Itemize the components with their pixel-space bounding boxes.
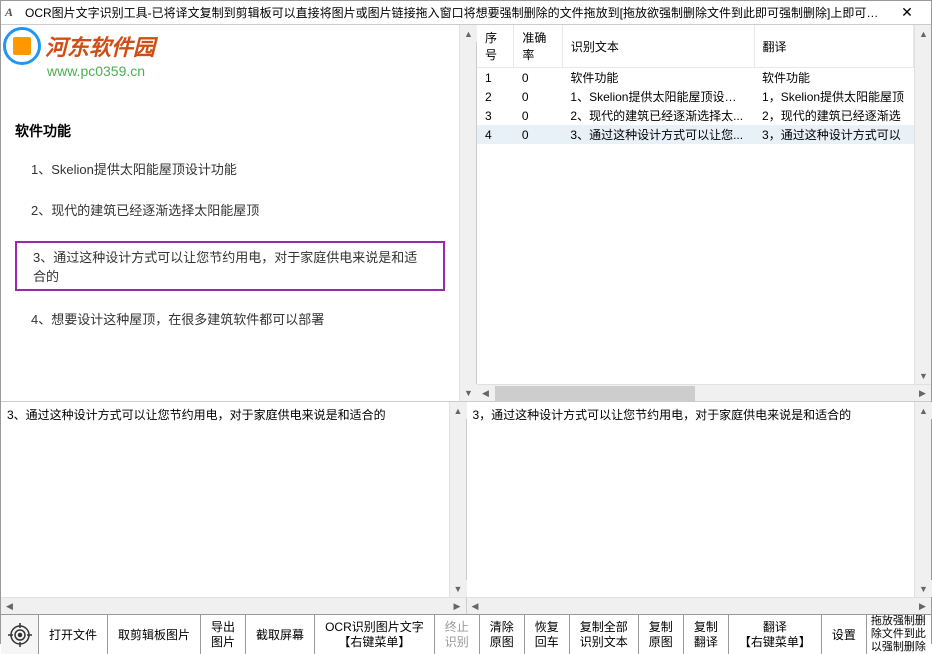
table-cell: 4 — [477, 125, 514, 144]
table-row[interactable]: 403、通过这种设计方式可以让您...3，通过这种设计方式可以 — [477, 125, 914, 144]
content-item[interactable]: 4、想要设计这种屋顶，在很多建筑软件都可以部署 — [15, 309, 445, 328]
watermark: 河东软件园 www.pc0359.cn — [3, 27, 155, 79]
clear-image-button[interactable]: 清除原图 — [480, 615, 525, 654]
table-cell: 1，Skelion提供太阳能屋顶 — [754, 87, 913, 106]
toolbar: 打开文件 取剪辑板图片 导出图片 截取屏幕 OCR识别图片文字【右键菜单】 终止… — [1, 614, 931, 654]
scroll-up-icon[interactable]: ▲ — [915, 402, 932, 419]
copy-all-text-button[interactable]: 复制全部识别文本 — [570, 615, 639, 654]
content-heading: 软件功能 — [15, 121, 445, 141]
bottom-right-pane: 3，通过这种设计方式可以让您节约用电，对于家庭供电来说是和适合的 ▲ ▼ — [467, 402, 932, 597]
capture-screen-button[interactable]: 截取屏幕 — [246, 615, 315, 654]
translate-button[interactable]: 翻译【右键菜单】 — [729, 615, 822, 654]
scroll-down-icon[interactable]: ▼ — [915, 580, 932, 597]
table-cell: 0 — [514, 125, 563, 144]
table-cell: 3，通过这种设计方式可以 — [754, 125, 913, 144]
bottom-left-pane: 3、通过这种设计方式可以让您节约用电，对于家庭供电来说是和适合的 ▲ ▼ — [1, 402, 467, 597]
scroll-down-icon[interactable]: ▼ — [460, 384, 477, 401]
scroll-left-icon[interactable]: ◀ — [1, 598, 18, 615]
table-cell: 2 — [477, 87, 514, 106]
watermark-icon — [3, 27, 41, 65]
results-table[interactable]: 序号 准确率 识别文本 翻译 10软件功能软件功能201、Skelion提供太阳… — [477, 25, 914, 144]
app-icon: A — [5, 5, 21, 21]
table-row[interactable]: 10软件功能软件功能 — [477, 68, 914, 88]
export-image-button[interactable]: 导出图片 — [201, 615, 246, 654]
close-button[interactable]: ✕ — [887, 2, 927, 24]
bottom-left-h-scroll[interactable]: ◀ ▶ — [1, 598, 467, 614]
table-cell: 1、Skelion提供太阳能屋顶设计... — [562, 87, 754, 106]
copy-translation-button[interactable]: 复制翻译 — [684, 615, 729, 654]
watermark-url: www.pc0359.cn — [47, 63, 155, 79]
content-item[interactable]: 1、Skelion提供太阳能屋顶设计功能 — [15, 159, 445, 178]
clipboard-image-button[interactable]: 取剪辑板图片 — [108, 615, 201, 654]
scroll-left-icon[interactable]: ◀ — [477, 385, 494, 402]
content-item[interactable]: 3、通过这种设计方式可以让您节约用电，对于家庭供电来说是和适合的 — [15, 241, 445, 291]
col-header-translation[interactable]: 翻译 — [754, 25, 913, 68]
table-cell: 2、现代的建筑已经逐渐选择太... — [562, 106, 754, 125]
bottom-right-scrollbar[interactable]: ▲ ▼ — [914, 402, 931, 597]
right-scrollbar-h[interactable]: ◀ ▶ — [477, 384, 931, 401]
scroll-right-icon[interactable]: ▶ — [914, 598, 931, 615]
translated-text-area[interactable]: 3，通过这种设计方式可以让您节约用电，对于家庭供电来说是和适合的 — [467, 402, 915, 597]
watermark-text: 河东软件园 — [45, 30, 155, 62]
stop-button[interactable]: 终止识别 — [435, 615, 480, 654]
table-cell: 3、通过这种设计方式可以让您... — [562, 125, 754, 144]
scroll-right-icon[interactable]: ▶ — [449, 598, 466, 615]
table-cell: 2，现代的建筑已经逐渐选 — [754, 106, 913, 125]
col-header-accuracy[interactable]: 准确率 — [514, 25, 563, 68]
recognized-text-area[interactable]: 3、通过这种设计方式可以让您节约用电，对于家庭供电来说是和适合的 — [1, 402, 449, 597]
col-header-text[interactable]: 识别文本 — [562, 25, 754, 68]
content-item[interactable]: 2、现代的建筑已经逐渐选择太阳能屋顶 — [15, 200, 445, 219]
table-row[interactable]: 302、现代的建筑已经逐渐选择太...2，现代的建筑已经逐渐选 — [477, 106, 914, 125]
scroll-right-icon[interactable]: ▶ — [914, 385, 931, 402]
table-cell: 3 — [477, 106, 514, 125]
force-delete-drop-area[interactable]: 拖放强制删除文件到此以强制删除 — [867, 615, 931, 654]
bottom-h-scrollbars: ◀ ▶ ◀ ▶ — [1, 597, 931, 614]
table-cell: 0 — [514, 87, 563, 106]
ocr-recognize-button[interactable]: OCR识别图片文字【右键菜单】 — [315, 615, 435, 654]
scroll-down-icon[interactable]: ▼ — [450, 580, 467, 597]
table-cell: 软件功能 — [754, 68, 913, 88]
table-cell: 0 — [514, 68, 563, 88]
table-cell: 软件功能 — [562, 68, 754, 88]
bottom-right-h-scroll[interactable]: ◀ ▶ — [467, 598, 932, 614]
target-icon[interactable] — [1, 615, 39, 654]
scroll-up-icon[interactable]: ▲ — [460, 25, 477, 42]
right-scrollbar-v[interactable]: ▲ ▼ — [914, 25, 931, 384]
right-pane: 序号 准确率 识别文本 翻译 10软件功能软件功能201、Skelion提供太阳… — [477, 25, 931, 401]
settings-button[interactable]: 设置 — [822, 615, 867, 654]
left-pane: 河东软件园 www.pc0359.cn 软件功能 1、Skelion提供太阳能屋… — [1, 25, 477, 401]
scroll-thumb[interactable] — [495, 386, 695, 401]
scroll-up-icon[interactable]: ▲ — [915, 25, 931, 42]
table-cell: 0 — [514, 106, 563, 125]
bottom-left-scrollbar[interactable]: ▲ ▼ — [449, 402, 466, 597]
scroll-down-icon[interactable]: ▼ — [915, 367, 931, 384]
table-row[interactable]: 201、Skelion提供太阳能屋顶设计...1，Skelion提供太阳能屋顶 — [477, 87, 914, 106]
table-cell: 1 — [477, 68, 514, 88]
main-area: 河东软件园 www.pc0359.cn 软件功能 1、Skelion提供太阳能屋… — [1, 25, 931, 401]
titlebar-text: OCR图片文字识别工具-已将译文复制到剪辑板可以直接将图片或图片链接拖入窗口将想… — [25, 4, 887, 21]
titlebar: A OCR图片文字识别工具-已将译文复制到剪辑板可以直接将图片或图片链接拖入窗口… — [1, 1, 931, 25]
copy-original-button[interactable]: 复制原图 — [639, 615, 684, 654]
restore-newline-button[interactable]: 恢复回车 — [525, 615, 570, 654]
bottom-panes: 3、通过这种设计方式可以让您节约用电，对于家庭供电来说是和适合的 ▲ ▼ 3，通… — [1, 401, 931, 597]
left-scrollbar[interactable]: ▲ ▼ — [459, 25, 476, 401]
open-file-button[interactable]: 打开文件 — [39, 615, 108, 654]
scroll-left-icon[interactable]: ◀ — [467, 598, 484, 615]
scroll-up-icon[interactable]: ▲ — [450, 402, 467, 419]
left-content: 河东软件园 www.pc0359.cn 软件功能 1、Skelion提供太阳能屋… — [1, 25, 459, 401]
col-header-seq[interactable]: 序号 — [477, 25, 514, 68]
